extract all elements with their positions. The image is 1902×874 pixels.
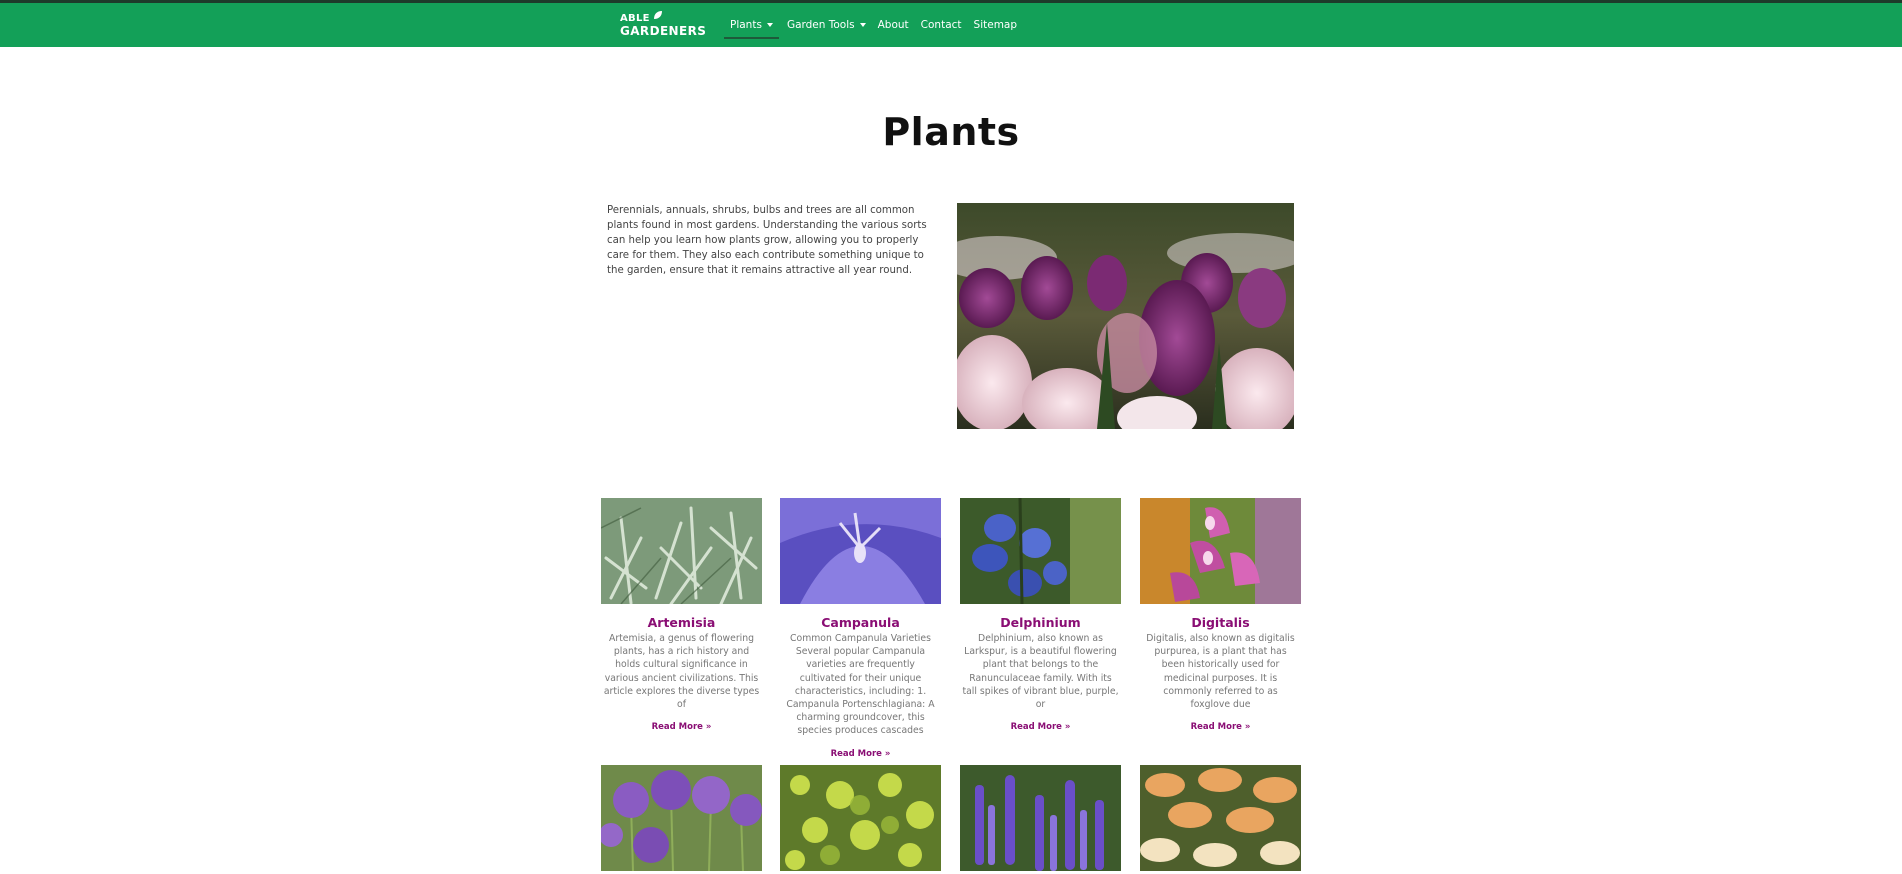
nav-sitemap[interactable]: Sitemap xyxy=(974,3,1018,47)
plant-card-delphinium[interactable]: Delphinium Delphinium, also known as Lar… xyxy=(960,498,1121,732)
hero-image-hyacinths xyxy=(957,203,1294,429)
nav-about-label: About xyxy=(877,19,909,31)
card-description: Common Campanula Varieties Several popul… xyxy=(786,633,935,737)
campanula-image[interactable] xyxy=(780,498,941,604)
card-title[interactable]: Digitalis xyxy=(1140,615,1301,630)
nav-garden-tools-label: Garden Tools xyxy=(786,19,855,31)
allium-image[interactable] xyxy=(601,765,762,871)
card-title[interactable]: Artemisia xyxy=(601,615,762,630)
read-more-link[interactable]: Read More » xyxy=(960,722,1121,732)
nav-contact-label: Contact xyxy=(920,19,962,31)
nav-sitemap-label: Sitemap xyxy=(973,19,1018,31)
achillea-image[interactable] xyxy=(1140,765,1301,871)
card-description: Delphinium, also known as Larkspur, is a… xyxy=(962,633,1119,711)
card-description: Artemisia, a genus of flowering plants, … xyxy=(603,633,760,711)
page-title: Plants xyxy=(882,110,1020,154)
read-more-link[interactable]: Read More » xyxy=(601,722,762,732)
site-logo[interactable]: ABLE GARDENERS xyxy=(620,11,707,41)
intro-paragraph: Perennials, annuals, shrubs, bulbs and t… xyxy=(607,205,927,276)
chevron-down-icon xyxy=(766,23,773,27)
digitalis-image[interactable] xyxy=(1140,498,1301,604)
delphinium-image[interactable] xyxy=(960,498,1121,604)
nav-about[interactable]: About xyxy=(878,3,909,47)
read-more-link[interactable]: Read More » xyxy=(780,749,941,759)
read-more-link[interactable]: Read More » xyxy=(1140,722,1301,732)
nav-plants[interactable]: Plants xyxy=(724,3,779,47)
veronica-image[interactable] xyxy=(960,765,1121,871)
plant-card-digitalis[interactable]: Digitalis Digitalis, also known as digit… xyxy=(1140,498,1301,732)
logo-line2: GARDENERS xyxy=(620,24,707,38)
card-description: Digitalis, also known as digitalis purpu… xyxy=(1146,633,1295,711)
card-title[interactable]: Campanula xyxy=(780,615,941,630)
nav-contact[interactable]: Contact xyxy=(921,3,962,47)
alchemilla-image[interactable] xyxy=(780,765,941,871)
chevron-down-icon xyxy=(859,23,866,27)
plant-card-campanula[interactable]: Campanula Common Campanula Varieties Sev… xyxy=(780,498,941,759)
plant-card-artemisia[interactable]: Artemisia Artemisia, a genus of flowerin… xyxy=(601,498,762,732)
card-title[interactable]: Delphinium xyxy=(960,615,1121,630)
leaf-icon xyxy=(654,11,662,19)
nav-plants-label: Plants xyxy=(730,19,762,31)
main-nav: Plants Garden Tools About Contact Sitema… xyxy=(724,3,1029,47)
artemisia-image[interactable] xyxy=(601,498,762,604)
nav-garden-tools[interactable]: Garden Tools xyxy=(787,3,866,47)
